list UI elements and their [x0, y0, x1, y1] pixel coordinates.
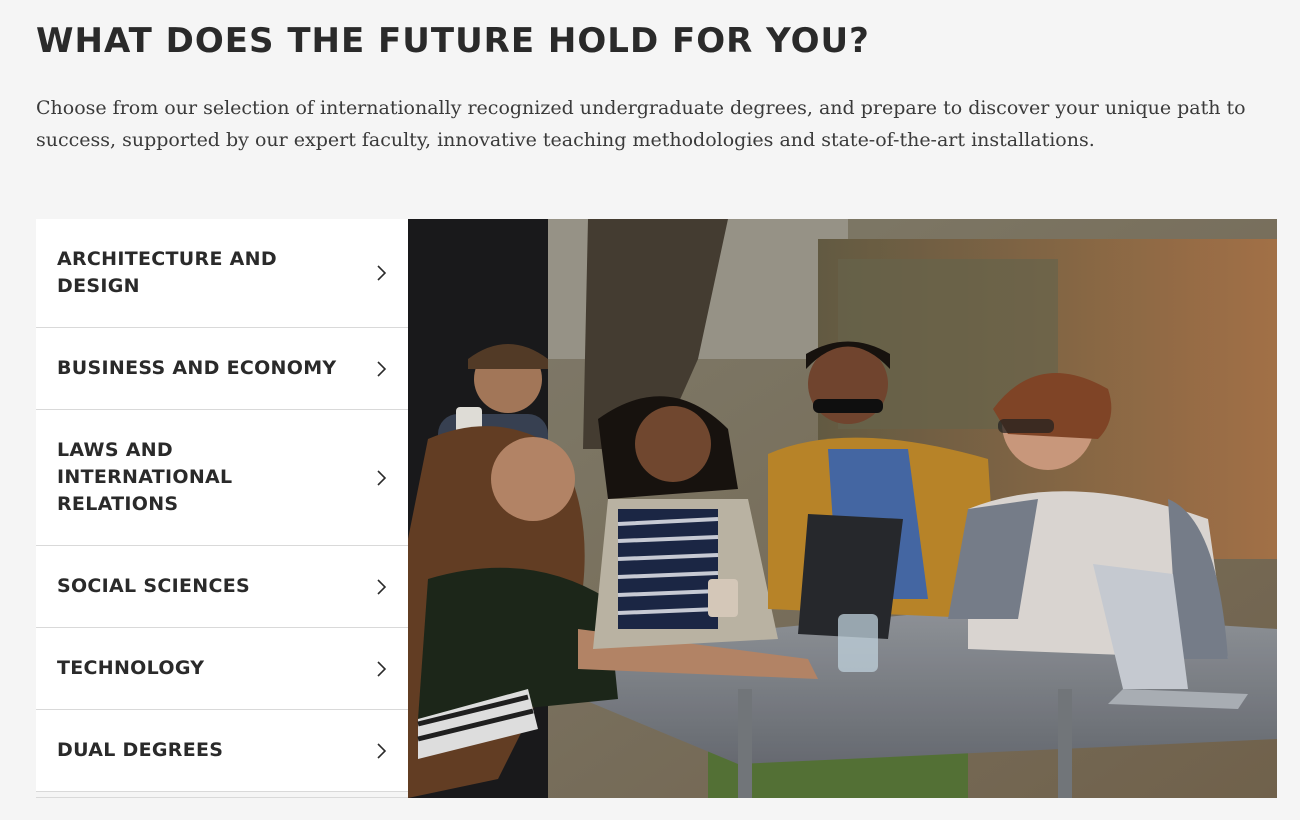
menu-item-laws-and-international-relations[interactable]: LAWS AND INTERNATIONAL RELATIONS: [36, 410, 408, 546]
chevron-right-icon: [377, 265, 387, 281]
degrees-panel: ARCHITECTURE AND DESIGN BUSINESS AND ECO…: [36, 219, 1277, 798]
chevron-right-icon: [377, 742, 387, 759]
menu-item-label: ARCHITECTURE AND DESIGN: [57, 248, 277, 297]
page-title: WHAT DOES THE FUTURE HOLD FOR YOU?: [36, 21, 870, 61]
students-illustration: [408, 219, 1277, 798]
menu-item-label: LAWS AND INTERNATIONAL RELATIONS: [57, 439, 233, 515]
degrees-menu: ARCHITECTURE AND DESIGN BUSINESS AND ECO…: [36, 219, 408, 798]
menu-item-social-sciences[interactable]: SOCIAL SCIENCES: [36, 546, 408, 628]
menu-item-label: TECHNOLOGY: [57, 657, 205, 679]
menu-item-label: SOCIAL SCIENCES: [57, 575, 250, 597]
menu-item-label: BUSINESS AND ECONOMY: [57, 357, 337, 379]
menu-item-technology[interactable]: TECHNOLOGY: [36, 628, 408, 710]
students-photo: [408, 219, 1277, 798]
chevron-right-icon: [377, 660, 387, 677]
menu-item-label: DUAL DEGREES: [57, 739, 224, 761]
chevron-right-icon: [377, 578, 387, 595]
intro-paragraph: Choose from our selection of internation…: [36, 97, 1246, 151]
chevron-right-icon: [377, 469, 387, 486]
menu-divider: [36, 792, 408, 798]
menu-item-architecture-and-design[interactable]: ARCHITECTURE AND DESIGN: [36, 219, 408, 328]
chevron-right-icon: [377, 360, 387, 377]
menu-item-business-and-economy[interactable]: BUSINESS AND ECONOMY: [36, 328, 408, 410]
menu-item-dual-degrees[interactable]: DUAL DEGREES: [36, 710, 408, 792]
